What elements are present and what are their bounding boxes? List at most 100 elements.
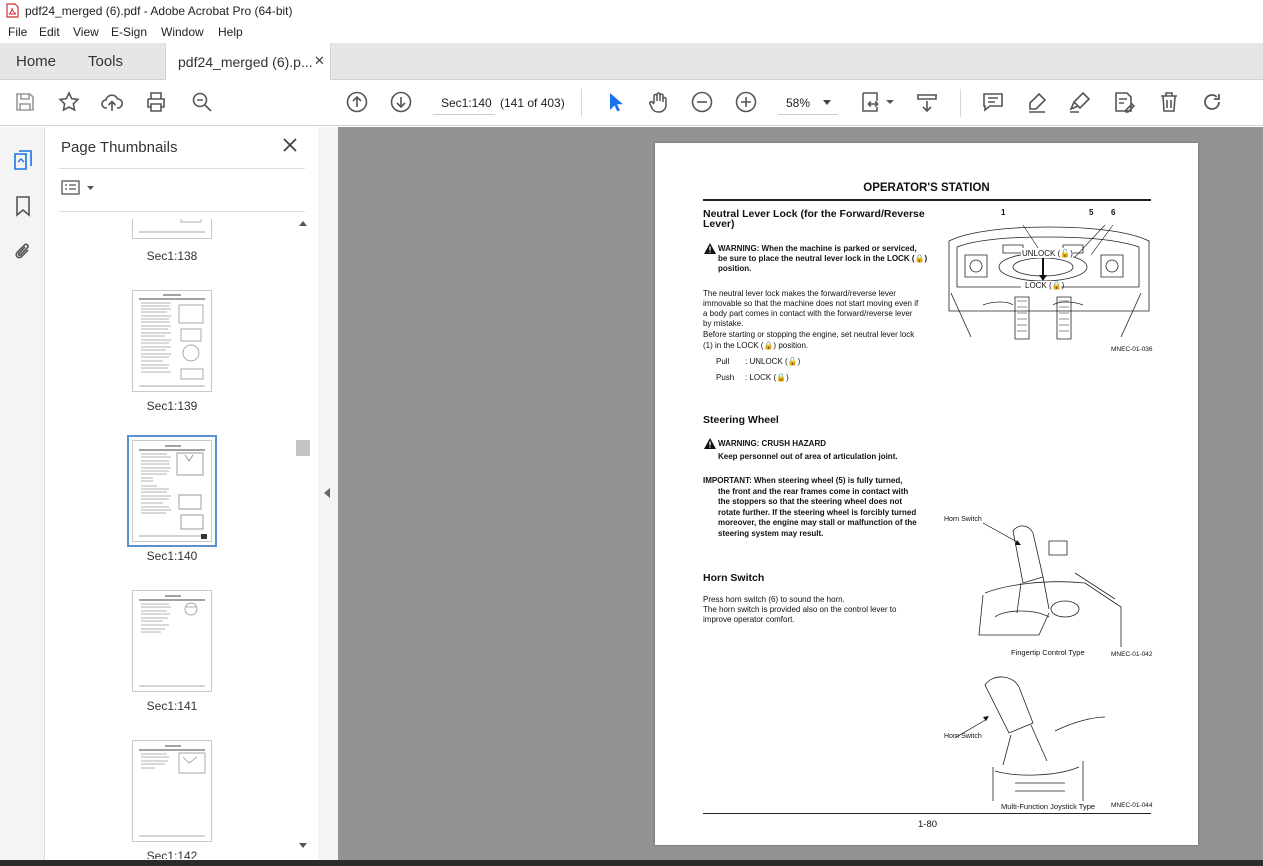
menu-esign[interactable]: E-Sign	[111, 25, 147, 39]
pull-value: : UNLOCK (🔓)	[745, 357, 801, 366]
thumbnail-label: Sec1:139	[146, 399, 198, 413]
header-rule	[703, 199, 1151, 201]
bookmark-icon[interactable]	[12, 195, 34, 217]
page-number-input[interactable]: Sec1:140	[433, 91, 495, 115]
pdf-page: OPERATOR'S STATION Neutral Lever Lock (f…	[655, 143, 1198, 845]
delete-trash-icon[interactable]	[1157, 90, 1181, 114]
neutral-body-2: immovable so that the machine does not s…	[703, 299, 919, 308]
steering-heading: Steering Wheel	[703, 414, 779, 426]
scrollbar-thumb[interactable]	[296, 440, 310, 456]
thumbnail-label: Sec1:138	[146, 249, 198, 263]
thumbnail-label: Sec1:140	[146, 549, 198, 563]
thumbnails-panel: Page Thumbnails Sec1:138 Sec1:139 Sec1:1…	[46, 127, 318, 866]
previous-page-icon[interactable]	[345, 90, 369, 114]
print-icon[interactable]	[144, 90, 168, 114]
steering-important-6: steering system may result.	[718, 529, 824, 538]
collapse-panel-handle[interactable]	[318, 127, 338, 866]
pdf-file-icon	[6, 3, 19, 18]
zoom-in-icon[interactable]	[734, 90, 758, 114]
panel-title: Page Thumbnails	[61, 139, 178, 156]
neutral-lock-heading: Neutral Lever Lock (for the Forward/Reve…	[703, 208, 925, 220]
title-bar: pdf24_merged (6).pdf - Adobe Acrobat Pro…	[0, 0, 1263, 22]
thumbnails-scrollbar[interactable]	[296, 218, 312, 858]
fig-callout-1: 1	[1001, 208, 1006, 217]
thumbnail-label: Sec1:141	[146, 699, 198, 713]
thumbnail-page-selected[interactable]	[127, 435, 217, 547]
fig-fingertip-caption: Fingertip Control Type	[1011, 648, 1085, 657]
scroll-up-arrow-icon[interactable]	[299, 221, 307, 226]
thumbnail-page[interactable]	[132, 219, 212, 239]
fig-joystick-caption: Multi-Function Joystick Type	[1001, 802, 1096, 811]
document-viewer[interactable]: OPERATOR'S STATION Neutral Lever Lock (f…	[338, 127, 1263, 860]
scroll-mode-icon[interactable]	[915, 90, 939, 114]
pull-label: Pull	[716, 357, 730, 366]
select-cursor-icon[interactable]	[603, 90, 627, 114]
next-page-icon[interactable]	[389, 90, 413, 114]
horn-body-3: improve operator comfort.	[703, 615, 795, 624]
menu-help[interactable]: Help	[218, 25, 243, 39]
menu-window[interactable]: Window	[161, 25, 204, 39]
tab-document-label: pdf24_merged (6).p...	[178, 54, 313, 70]
upload-cloud-icon[interactable]	[100, 90, 124, 114]
hand-tool-icon[interactable]	[646, 90, 670, 114]
thumbnail-options-icon[interactable]	[61, 179, 97, 197]
menu-view[interactable]: View	[73, 25, 99, 39]
draw-signature-icon[interactable]	[1068, 90, 1092, 114]
neutral-body-1: The neutral lever lock makes the forward…	[703, 289, 896, 298]
footer-rule	[703, 813, 1151, 814]
thumbnail-list: Sec1:138 Sec1:139 Sec1:140 Sec1:141 Sec1…	[59, 219, 295, 859]
dashboard-figure	[948, 224, 1150, 340]
attachment-paperclip-icon[interactable]	[12, 241, 34, 263]
steering-important-1: IMPORTANT: When steering wheel (5) is fu…	[703, 476, 903, 485]
fig-unlock-label: UNLOCK (🔓)	[1022, 249, 1073, 258]
bookmark-star-icon[interactable]	[57, 90, 81, 114]
warning-triangle-icon	[704, 243, 716, 254]
toolbar-divider	[581, 89, 582, 117]
rotate-redo-icon[interactable]	[1200, 90, 1224, 114]
page-count: (141 of 403)	[500, 96, 565, 110]
steering-important-3: the stoppers so that the steering wheel …	[718, 497, 903, 506]
tab-document[interactable]: pdf24_merged (6).p... ✕	[165, 43, 331, 81]
menu-edit[interactable]: Edit	[39, 25, 60, 39]
menu-file[interactable]: File	[8, 25, 27, 39]
fig-code-042: MNEC-01-042	[1111, 651, 1153, 658]
push-value: : LOCK (🔒)	[745, 373, 789, 382]
left-rail	[0, 127, 45, 866]
fig-code-044: MNEC-01-044	[1111, 802, 1153, 809]
scroll-down-arrow-icon[interactable]	[299, 843, 307, 848]
horn-body-1: Press horn switch (6) to sound the horn.	[703, 595, 845, 604]
search-zoom-icon[interactable]	[190, 90, 214, 114]
toolbar: Sec1:140 (141 of 403) 58%	[0, 80, 1263, 126]
push-label: Push	[716, 373, 735, 382]
page-thumbnails-icon[interactable]	[12, 149, 34, 171]
tab-tools[interactable]: Tools	[88, 53, 123, 70]
fig-code-036: MNEC-01-036	[1111, 346, 1153, 353]
steering-warning-1: WARNING: CRUSH HAZARD	[718, 439, 826, 448]
fig-horn-label-1: Horn Switch	[944, 516, 982, 523]
thumbnail-page[interactable]	[132, 590, 212, 692]
horn-body-2: The horn switch is provided also on the …	[703, 605, 897, 614]
page-number: 1-80	[918, 819, 938, 830]
steering-warning-2: Keep personnel out of area of articulati…	[718, 452, 898, 461]
steering-important-2: the front and the rear frames come in co…	[718, 487, 909, 496]
neutral-warning-2: be sure to place the neutral lever lock …	[718, 254, 928, 263]
comment-icon[interactable]	[981, 90, 1005, 114]
close-panel-icon[interactable]	[282, 137, 298, 153]
window-title: pdf24_merged (6).pdf - Adobe Acrobat Pro…	[25, 4, 293, 18]
fig-callout-5: 5	[1089, 208, 1094, 217]
neutral-body-6: (1) in the LOCK (🔒) position.	[703, 341, 809, 350]
highlight-pen-icon[interactable]	[1025, 90, 1049, 114]
warning-triangle-icon	[704, 438, 716, 449]
thumbnail-page[interactable]	[132, 740, 212, 842]
tab-home[interactable]: Home	[16, 53, 56, 70]
neutral-warning-1: WARNING: When the machine is parked or s…	[718, 244, 917, 253]
zoom-out-icon[interactable]	[690, 90, 714, 114]
page-fit-icon[interactable]	[860, 90, 896, 114]
close-tab-icon[interactable]: ✕	[314, 53, 325, 69]
collapse-left-arrow-icon[interactable]	[324, 488, 330, 498]
thumbnail-page[interactable]	[132, 290, 212, 392]
steering-important-5: moreover, the engine may stall or malfun…	[718, 518, 917, 527]
save-icon[interactable]	[13, 90, 37, 114]
chevron-down-icon[interactable]	[823, 100, 831, 105]
fill-sign-icon[interactable]	[1112, 90, 1136, 114]
